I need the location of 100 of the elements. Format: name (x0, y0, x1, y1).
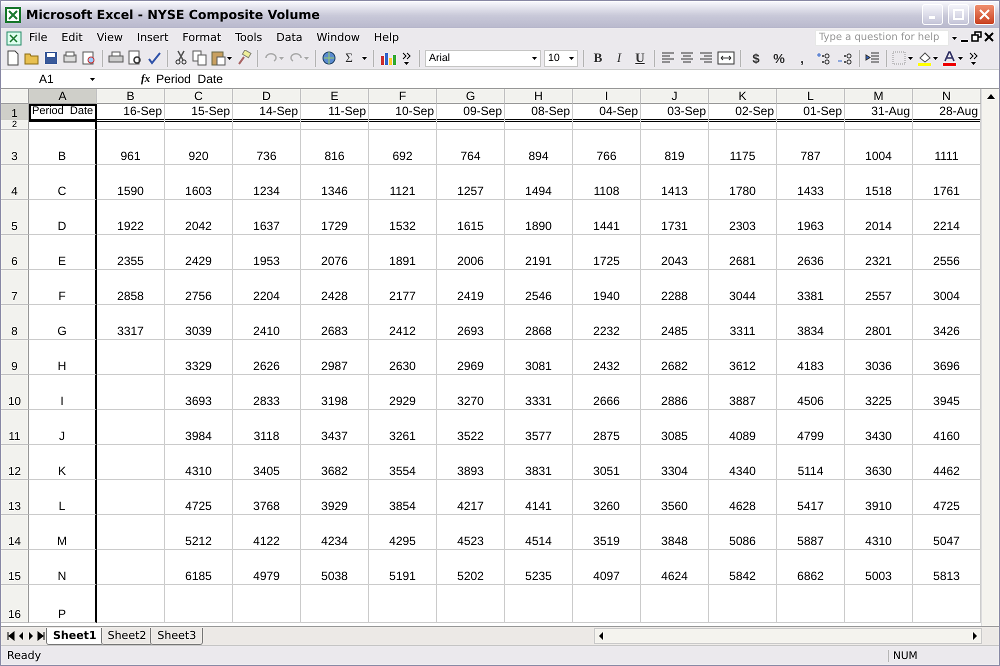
table-cell: 3118 (233, 410, 301, 445)
column-header[interactable]: M (845, 89, 913, 104)
column-header[interactable]: N (913, 89, 981, 104)
row-header[interactable]: 10 (1, 375, 29, 410)
currency-button[interactable]: $ (746, 50, 766, 66)
column-header[interactable]: I (573, 89, 641, 104)
fill-color-icon[interactable] (917, 50, 939, 66)
hyperlink-icon[interactable] (321, 50, 337, 66)
table-cell: 1346 (301, 165, 369, 200)
menu-item[interactable]: Window (310, 30, 368, 45)
paste-icon[interactable] (211, 50, 233, 66)
font-color-icon[interactable] (942, 50, 964, 66)
function-button[interactable]: fx (141, 73, 150, 85)
sheet-tab[interactable]: Sheet3 (150, 628, 204, 644)
table-cell: 2630 (369, 340, 437, 375)
row-header[interactable]: 15 (1, 550, 29, 585)
print-preview-icon[interactable] (127, 50, 143, 66)
menu-item[interactable]: Edit (55, 30, 91, 45)
workbook-icon[interactable] (5, 30, 23, 46)
spell-check-icon[interactable] (146, 50, 162, 66)
row-header[interactable]: 4 (1, 165, 29, 200)
help-search-field[interactable]: Type a question for help (815, 30, 949, 46)
last-sheet-icon[interactable] (37, 628, 45, 644)
column-header[interactable]: L (777, 89, 845, 104)
copy-icon[interactable] (192, 50, 208, 66)
table-cell: 3331 (505, 375, 573, 410)
comma-button[interactable]: , (792, 50, 812, 66)
table-cell: 2557 (845, 270, 913, 305)
table-cell: 5114 (777, 445, 845, 480)
row-header[interactable]: 12 (1, 445, 29, 480)
menu-item[interactable]: Data (270, 30, 311, 45)
column-header[interactable]: D (233, 89, 301, 104)
table-cell: 3261 (369, 410, 437, 445)
row-header[interactable]: 9 (1, 340, 29, 375)
empty-cell (437, 585, 505, 623)
empty-cell (301, 585, 369, 623)
font-dropdown[interactable]: Arial (425, 50, 541, 66)
row-header[interactable]: 13 (1, 480, 29, 515)
row-header[interactable]: 7 (1, 270, 29, 305)
empty-cell (641, 120, 709, 130)
row-header[interactable]: 14 (1, 515, 29, 550)
menu-item[interactable]: Tools (229, 30, 270, 45)
table-cell: 5212 (165, 515, 233, 550)
menu-item[interactable]: Format (176, 30, 230, 45)
new-document-icon[interactable] (5, 50, 21, 66)
row-header[interactable]: 5 (1, 200, 29, 235)
row-header[interactable]: 3 (1, 130, 29, 165)
column-header[interactable]: C (165, 89, 233, 104)
column-header[interactable]: A (29, 89, 97, 104)
excel-logo-icon (5, 6, 21, 22)
table-cell: 1603 (165, 165, 233, 200)
formula-field[interactable]: Period Date (156, 72, 999, 86)
row-header[interactable]: 11 (1, 410, 29, 445)
row-header[interactable]: 2 (1, 120, 29, 130)
column-header[interactable]: B (97, 89, 165, 104)
cut-icon[interactable] (173, 50, 189, 66)
vertical-scrollbar[interactable] (981, 89, 999, 626)
column-header[interactable]: E (301, 89, 369, 104)
table-cell: 5202 (437, 550, 505, 585)
menu-item[interactable]: Insert (130, 30, 176, 45)
table-cell: 2693 (437, 305, 505, 340)
menu-item[interactable]: Help (368, 30, 407, 45)
sheet-tab[interactable]: Sheet2 (100, 628, 154, 644)
merge-center-icon[interactable] (717, 50, 735, 66)
row-header[interactable]: 16 (1, 585, 29, 623)
italic-button[interactable]: I (610, 50, 628, 66)
chart-wizard-icon[interactable] (379, 50, 397, 66)
close-button[interactable] (974, 4, 995, 25)
table-cell: 1725 (573, 235, 641, 270)
row-header[interactable]: 8 (1, 305, 29, 340)
borders-icon[interactable] (892, 50, 914, 66)
table-cell: 3554 (369, 445, 437, 480)
column-header[interactable]: J (641, 89, 709, 104)
column-header[interactable]: H (505, 89, 573, 104)
horizontal-scrollbar[interactable] (594, 628, 982, 644)
first-sheet-icon[interactable] (7, 628, 15, 644)
bold-button[interactable]: B (589, 50, 607, 66)
table-cell: 3630 (845, 445, 913, 480)
underline-button[interactable]: U (631, 50, 649, 66)
table-cell: 10-Sep (369, 104, 437, 122)
table-cell: 1108 (573, 165, 641, 200)
num-lock-indicator: NUM (888, 650, 943, 662)
empty-cell (97, 445, 165, 480)
autosum-button[interactable]: Σ (340, 50, 358, 66)
table-cell: 4624 (641, 550, 709, 585)
menu-item[interactable]: File (23, 30, 56, 45)
column-header[interactable]: K (709, 89, 777, 104)
percent-button[interactable]: % (769, 50, 789, 66)
research-icon[interactable] (81, 50, 97, 66)
column-header[interactable]: G (437, 89, 505, 104)
row-header[interactable]: 6 (1, 235, 29, 270)
active-cell: Period Date (29, 104, 97, 122)
row-header[interactable]: 1 (1, 104, 29, 122)
empty-cell (97, 515, 165, 550)
sheet-tab[interactable]: Sheet1 (46, 628, 104, 644)
font-size-dropdown[interactable]: 10 (544, 50, 578, 66)
menu-item[interactable]: View (90, 30, 131, 45)
save-icon[interactable] (43, 50, 59, 66)
column-header[interactable]: F (369, 89, 437, 104)
format-painter-icon[interactable] (236, 50, 252, 66)
